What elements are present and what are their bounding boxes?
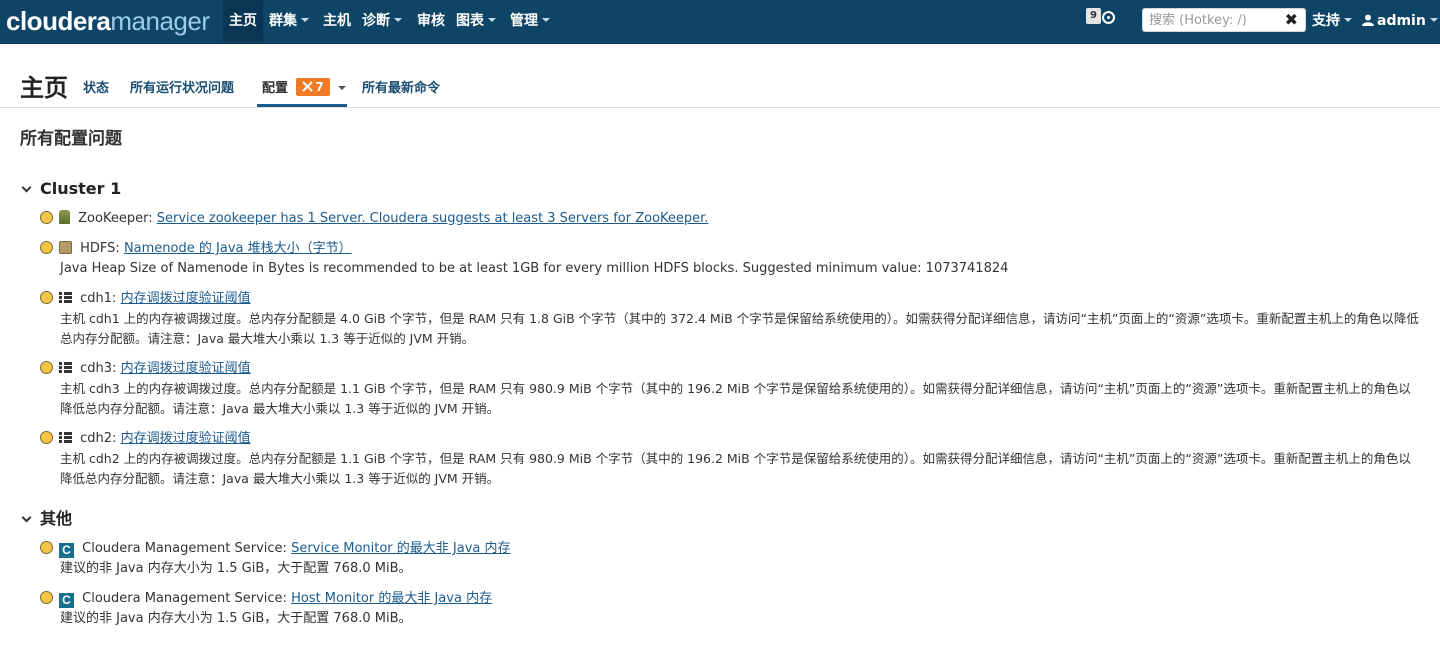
warning-status-icon [40, 291, 53, 304]
chevron-down-icon[interactable] [21, 512, 32, 523]
nav-charts-label: 图表 [456, 13, 484, 29]
search-box[interactable]: ✖ [1142, 8, 1306, 32]
chevron-down-icon [542, 18, 550, 22]
issue-item: C Cloudera Management Service: Host Moni… [40, 589, 492, 609]
cloudera-management-icon: C [59, 543, 74, 558]
nav-administration-label: 管理 [510, 13, 538, 29]
tab-status[interactable]: 状态 [83, 78, 109, 100]
page-title: 主页 [20, 74, 68, 102]
host-icon [59, 432, 72, 443]
issue-source: cdh3: [80, 361, 117, 376]
chevron-down-icon [301, 18, 309, 22]
search-input[interactable] [1149, 11, 1281, 29]
issue-item: C Cloudera Management Service: Service M… [40, 539, 511, 559]
issue-source: ZooKeeper: [78, 211, 153, 226]
nav-audits-label: 审核 [417, 13, 445, 29]
chevron-down-icon [338, 85, 347, 90]
group-other-header[interactable]: 其他 [20, 508, 72, 530]
section-title: 所有配置问题 [20, 129, 122, 149]
issue-item: cdh3: 内存调拨过度验证阈值 [40, 359, 251, 379]
tab-recent-commands[interactable]: 所有最新命令 [362, 78, 440, 100]
config-issues-badge: 7 [295, 78, 330, 96]
nav-home-label: 主页 [229, 13, 257, 29]
cloudera-manager-logo[interactable]: clouderamanager [6, 5, 210, 37]
nav-user-menu[interactable]: admin [1362, 0, 1438, 42]
issue-source: Cloudera Management Service: [82, 591, 287, 606]
issue-link[interactable]: Host Monitor 的最大非 Java 内存 [291, 591, 492, 606]
tabs-divider [0, 107, 1440, 108]
nav-diagnostics-label: 诊断 [362, 13, 390, 29]
warning-status-icon [40, 431, 53, 444]
group-cluster-1-header[interactable]: Cluster 1 [20, 178, 121, 200]
top-navbar: clouderamanager 主页 群集 主机 诊断 审核 图表 管理 9 ✖… [0, 0, 1440, 44]
config-issues-count: 7 [315, 80, 324, 94]
hdfs-icon [59, 241, 72, 254]
warning-status-icon [40, 591, 53, 604]
issue-link[interactable]: 内存调拨过度验证阈值 [121, 361, 251, 376]
issue-link[interactable]: Service zookeeper has 1 Server. Cloudera… [157, 211, 709, 226]
nav-support[interactable]: 支持 [1312, 0, 1352, 42]
warning-status-icon [40, 361, 53, 374]
clear-search-icon[interactable]: ✖ [1285, 10, 1298, 30]
issue-source: Cloudera Management Service: [82, 541, 287, 556]
nav-administration[interactable]: 管理 [510, 0, 550, 42]
tab-configuration[interactable]: 配置 7 [262, 78, 347, 100]
issue-item: cdh2: 内存调拨过度验证阈值 [40, 429, 251, 449]
warning-status-icon [40, 241, 53, 254]
chevron-down-icon [488, 18, 496, 22]
zookeeper-icon [59, 210, 70, 224]
clock-icon [1102, 11, 1115, 24]
nav-clusters[interactable]: 群集 [269, 0, 309, 42]
group-title: 其他 [40, 509, 73, 528]
issue-link[interactable]: 内存调拨过度验证阈值 [121, 291, 251, 306]
issue-description: 建议的非 Java 内存大小为 1.5 GiB，大于配置 768.0 MiB。 [60, 611, 412, 626]
chevron-down-icon[interactable] [21, 182, 32, 193]
brand-cloudera: cloudera [6, 6, 111, 36]
wrench-cross-icon [301, 81, 313, 92]
warning-status-icon [40, 211, 53, 224]
issue-source: cdh2: [80, 431, 117, 446]
nav-diagnostics[interactable]: 诊断 [362, 0, 402, 42]
issue-item: HDFS: Namenode 的 Java 堆栈大小（字节） [40, 239, 352, 259]
chevron-down-icon [394, 18, 402, 22]
nav-support-label: 支持 [1312, 13, 1340, 29]
nav-hosts-label: 主机 [323, 13, 351, 29]
issue-item: cdh1: 内存调拨过度验证阈值 [40, 289, 251, 309]
host-icon [59, 362, 72, 373]
nav-home[interactable]: 主页 [223, 0, 263, 42]
chevron-down-icon [1344, 18, 1352, 22]
notification-count-badge: 9 [1086, 8, 1101, 24]
issue-link[interactable]: 内存调拨过度验证阈值 [121, 431, 251, 446]
tab-configuration-label: 配置 [262, 81, 289, 96]
tab-all-health-issues[interactable]: 所有运行状况问题 [130, 78, 234, 100]
user-icon [1362, 14, 1374, 26]
issue-source: cdh1: [80, 291, 117, 306]
chevron-down-icon [1429, 18, 1438, 22]
group-title: Cluster 1 [40, 179, 122, 198]
host-icon [59, 292, 72, 303]
issue-item: ZooKeeper: Service zookeeper has 1 Serve… [40, 209, 708, 229]
issue-description: 主机 cdh2 上的内存被调拨过度。总内存分配额是 1.1 GiB 个字节，但是… [60, 451, 1411, 486]
issue-description: Java Heap Size of Namenode in Bytes is r… [60, 261, 1009, 276]
nav-charts[interactable]: 图表 [456, 0, 496, 42]
running-commands-indicator[interactable]: 9 [1080, 8, 1120, 34]
issue-description: 建议的非 Java 内存大小为 1.5 GiB，大于配置 768.0 MiB。 [60, 561, 412, 576]
user-name: admin [1377, 13, 1426, 29]
brand-manager: manager [110, 6, 210, 36]
nav-audits[interactable]: 审核 [417, 0, 445, 42]
nav-hosts[interactable]: 主机 [323, 0, 351, 42]
issue-link[interactable]: Service Monitor 的最大非 Java 内存 [291, 541, 510, 556]
warning-status-icon [40, 541, 53, 554]
cloudera-management-icon: C [59, 593, 74, 608]
issue-source: HDFS: [80, 241, 120, 256]
nav-clusters-label: 群集 [269, 13, 297, 29]
issue-description: 主机 cdh1 上的内存被调拨过度。总内存分配额是 4.0 GiB 个字节，但是… [60, 311, 1419, 346]
issue-description: 主机 cdh3 上的内存被调拨过度。总内存分配额是 1.1 GiB 个字节，但是… [60, 381, 1411, 416]
issue-link[interactable]: Namenode 的 Java 堆栈大小（字节） [124, 241, 352, 256]
